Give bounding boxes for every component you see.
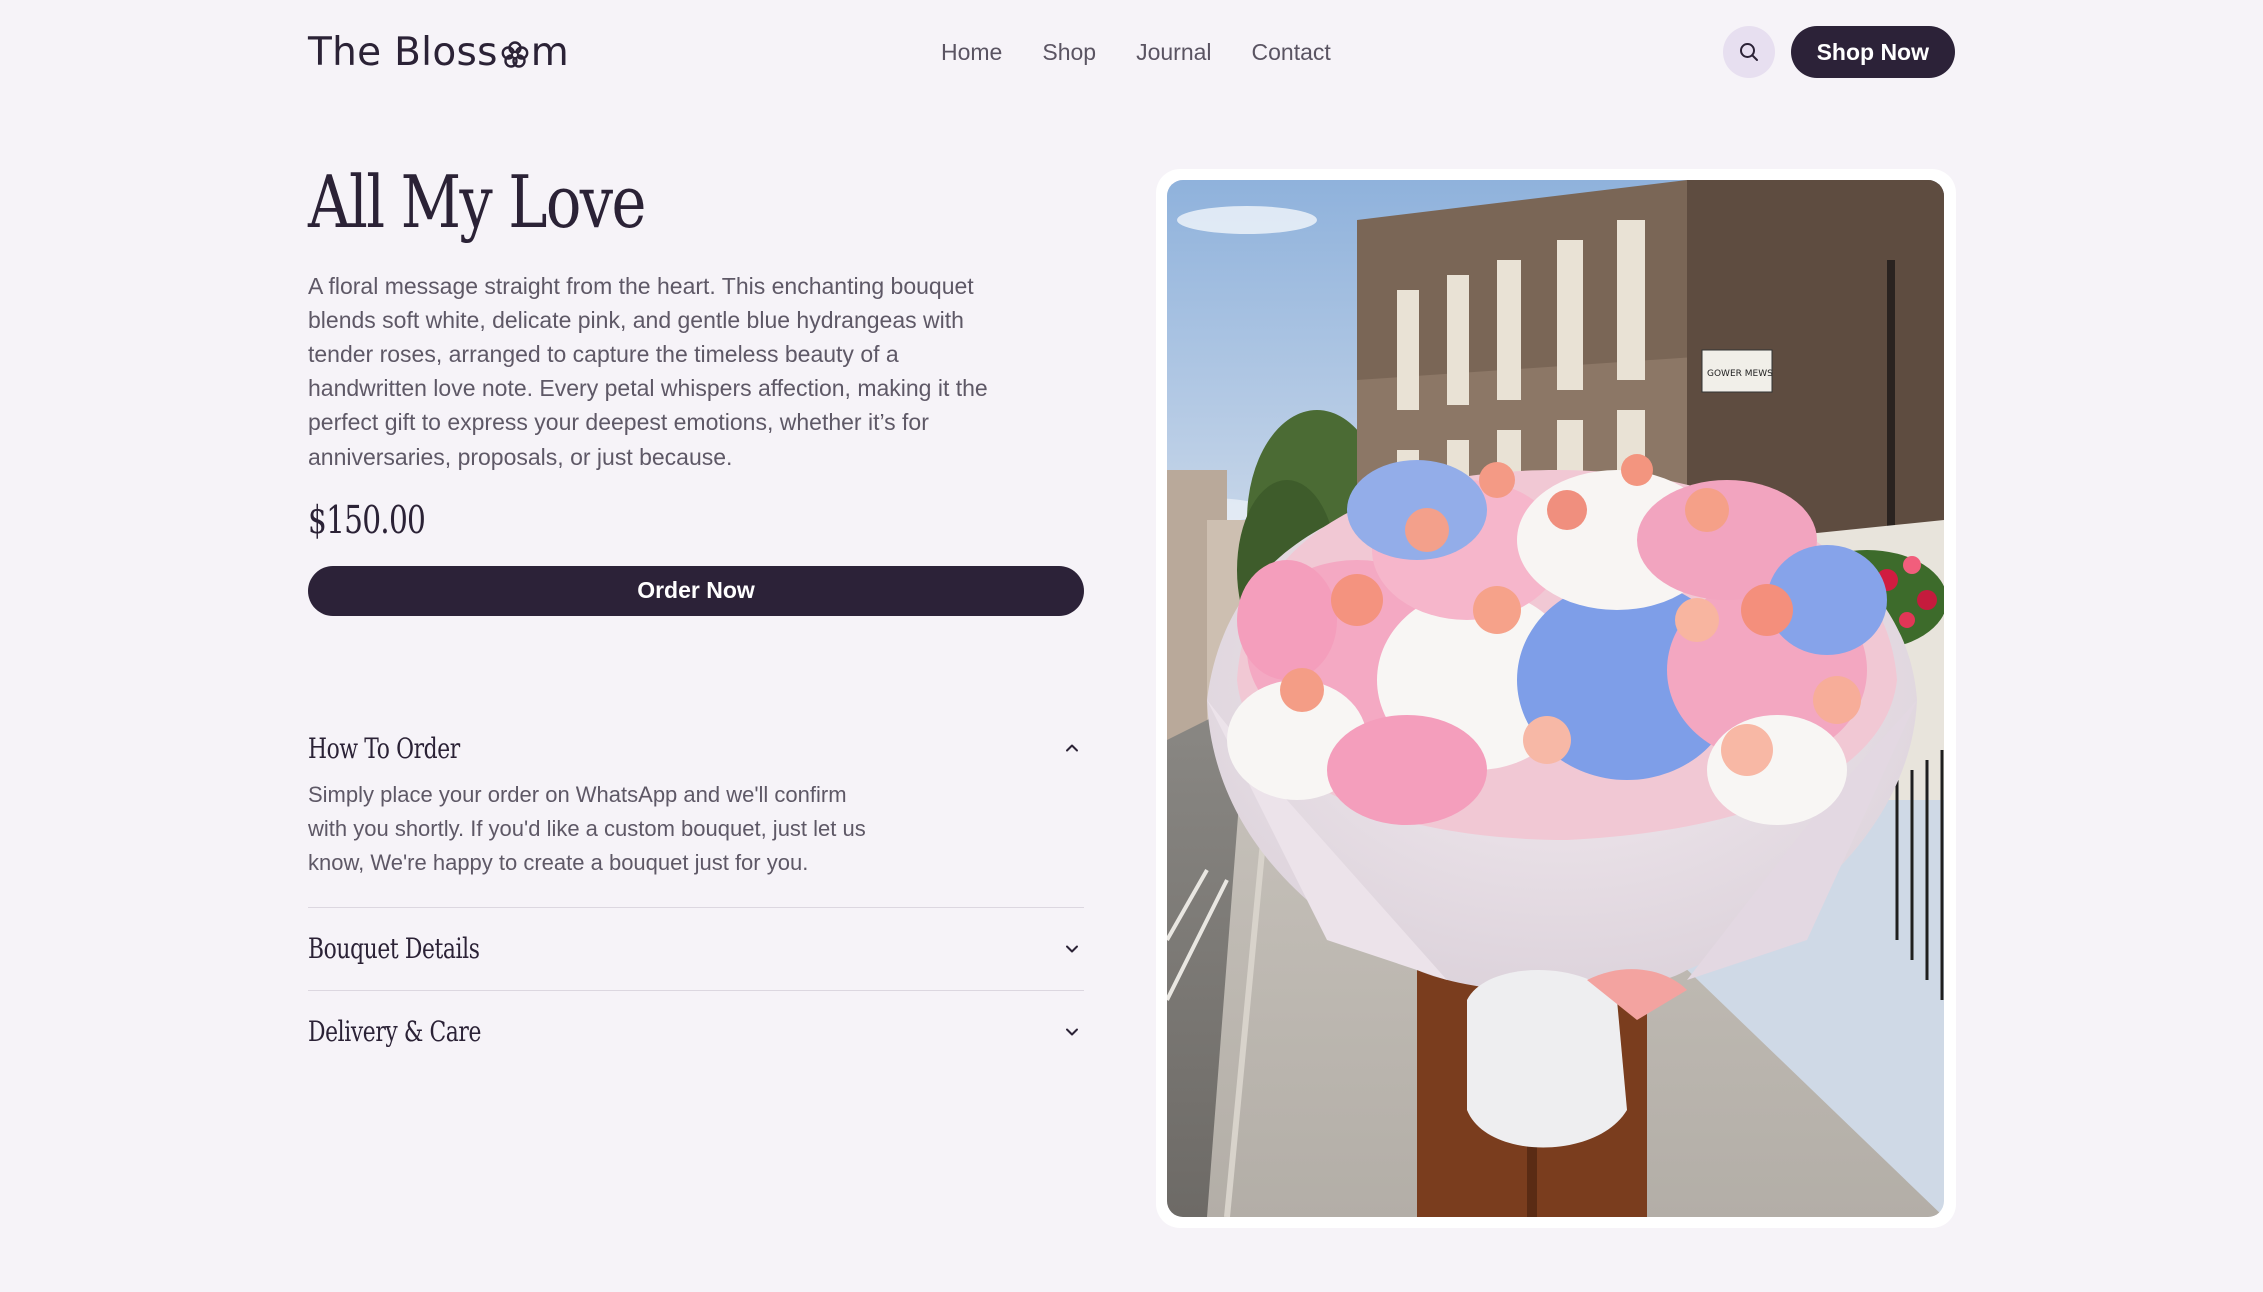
nav-journal[interactable]: Journal [1136, 39, 1211, 66]
product-image-card: GOWER MEWS [1156, 169, 1956, 1228]
nav-contact[interactable]: Contact [1252, 39, 1331, 66]
shop-now-button[interactable]: Shop Now [1790, 26, 1955, 78]
search-button[interactable] [1722, 26, 1775, 78]
bouquet-illustration: GOWER MEWS [1167, 180, 1944, 1217]
nav-home[interactable]: Home [941, 39, 1002, 66]
accordion-header-delivery-care[interactable]: Delivery & Care [308, 991, 1084, 1073]
logo[interactable]: The Bloss m [308, 33, 569, 72]
product-description: A floral message straight from the heart… [308, 272, 988, 470]
product-page: The Bloss m Home Shop Journal Contact Sh… [0, 0, 2263, 1292]
main-nav: Home Shop Journal Contact [941, 25, 1331, 79]
header-actions: Shop Now [1722, 26, 1955, 78]
accordion-header-bouquet-details[interactable]: Bouquet Details [308, 908, 1084, 990]
accordion-title: Bouquet Details [308, 932, 480, 966]
product-price: $150.00 [308, 497, 426, 542]
bouquet-photo: GOWER MEWS [1167, 180, 1944, 1217]
accordion-header-how-to-order[interactable]: How To Order [308, 722, 1084, 774]
chevron-down-icon [1066, 945, 1078, 953]
street-sign-text: GOWER MEWS [1707, 369, 1773, 379]
logo-text-end: m [530, 29, 570, 75]
chevron-up-icon [1066, 744, 1078, 752]
product-info: All My Love A floral message straight fr… [308, 160, 1084, 616]
flower-icon [501, 41, 529, 68]
accordion-body: Simply place your order on WhatsApp and … [308, 782, 866, 876]
chevron-down-icon [1066, 1028, 1078, 1036]
logo-text-start: The Bloss [308, 29, 498, 75]
nav-shop[interactable]: Shop [1042, 39, 1096, 66]
accordion-bouquet-details: Bouquet Details [308, 908, 1084, 991]
search-icon [1739, 43, 1758, 61]
accordion-how-to-order: How To Order Simply place your order on … [308, 722, 1084, 908]
accordion-title: How To Order [308, 731, 460, 765]
site-header: The Bloss m Home Shop Journal Contact Sh… [308, 25, 1955, 79]
product-title: All My Love [308, 160, 646, 244]
order-now-button[interactable]: Order Now [308, 565, 1084, 616]
info-accordion: How To Order Simply place your order on … [308, 722, 1084, 1073]
accordion-delivery-care: Delivery & Care [308, 991, 1084, 1073]
accordion-title: Delivery & Care [308, 1015, 482, 1049]
